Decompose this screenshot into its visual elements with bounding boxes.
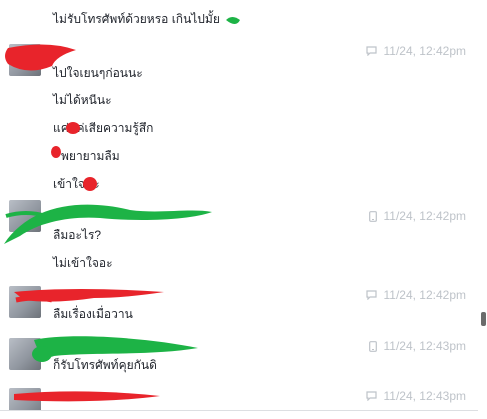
scrollbar[interactable] [479, 0, 487, 418]
green-redaction-mark [34, 336, 198, 358]
red-redaction-mark [66, 122, 80, 134]
green-redaction-mark [32, 346, 52, 362]
red-redaction-mark [14, 391, 160, 402]
message-thread[interactable]: ไม่รับโทรศัพท์ด้วยหรอ เกินไปมั้ย 11/24, … [0, 0, 478, 410]
green-redaction-mark [4, 204, 212, 244]
green-redaction-mark [226, 17, 240, 24]
red-redaction-mark [83, 177, 97, 191]
redaction-overlay [4, 17, 240, 402]
red-redaction-mark [51, 146, 61, 158]
red-redaction-mark [15, 295, 53, 303]
green-redaction-mark [5, 211, 47, 218]
red-redaction-mark [5, 44, 76, 71]
scrollbar-thumb[interactable] [481, 312, 486, 326]
